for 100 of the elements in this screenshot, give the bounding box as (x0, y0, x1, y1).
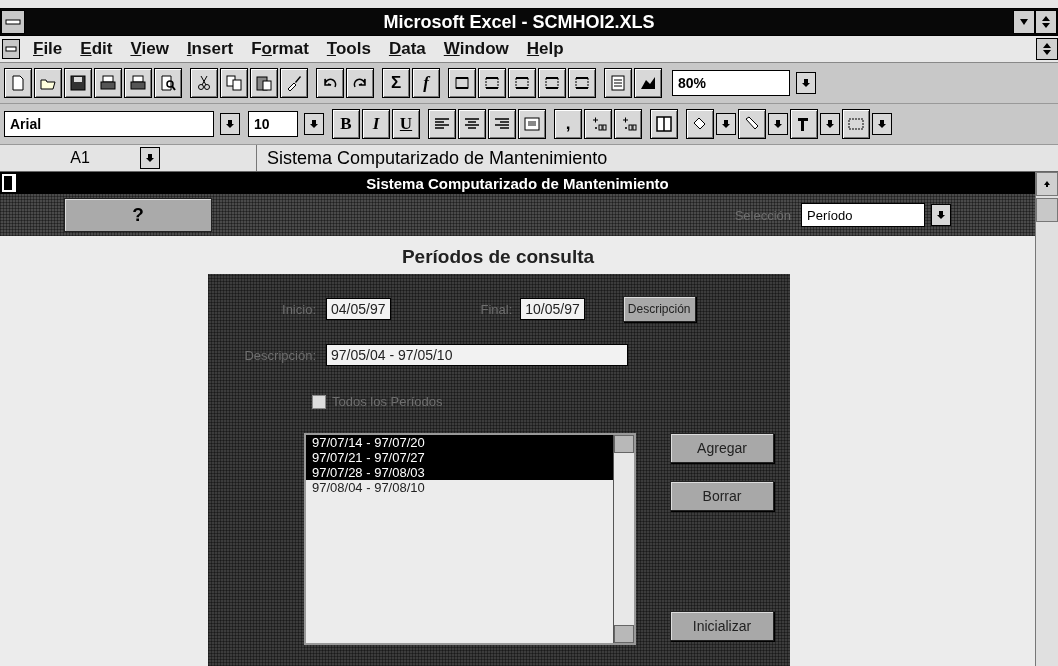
help-button[interactable]: ? (64, 198, 212, 232)
restore-button[interactable] (1035, 10, 1057, 34)
sheet-title: Sistema Computarizado de Mantenimiento (365, 174, 670, 192)
selection-field[interactable]: Período (801, 203, 925, 227)
minus-icon (5, 19, 21, 25)
end-date-field[interactable]: 10/05/97 (520, 298, 585, 320)
toolbar-button[interactable] (488, 109, 516, 139)
toolbar-button[interactable] (124, 68, 152, 98)
toolbar-button[interactable] (790, 109, 818, 139)
restore-button[interactable] (1036, 38, 1058, 60)
dropdown-button[interactable] (304, 113, 324, 135)
minimize-button[interactable] (1013, 10, 1035, 34)
dropdown-button[interactable] (820, 113, 840, 135)
toolbar-button[interactable] (154, 68, 182, 98)
toolbar-button[interactable]: f (412, 68, 440, 98)
toolbar-button[interactable] (4, 68, 32, 98)
toolbar-button[interactable] (650, 109, 678, 139)
toolbar-button[interactable] (448, 68, 476, 98)
up-down-arrow-icon (1041, 15, 1051, 29)
toolbar-button[interactable] (518, 109, 546, 139)
toolbar-button[interactable] (64, 68, 92, 98)
list-item[interactable]: 97/07/21 - 97/07/27 (306, 450, 613, 465)
cell-reference-field[interactable]: A1 (0, 149, 140, 167)
window-title: Microsoft Excel - SCMHOI2.XLS (382, 11, 656, 33)
description-label: Descripción: (243, 347, 316, 363)
form-button[interactable]: Agregar (670, 433, 774, 463)
zoom-field[interactable]: 80% (672, 70, 790, 96)
toolbar-button[interactable] (478, 68, 506, 98)
form-button[interactable]: Inicializar (670, 611, 774, 641)
toolbar-button[interactable] (604, 68, 632, 98)
scrollbar[interactable] (1035, 172, 1058, 666)
formula-field[interactable]: Sistema Computarizado de Mantenimiento (256, 145, 1058, 171)
form-button[interactable]: Borrar (670, 481, 774, 511)
down-arrow-icon (1019, 18, 1029, 26)
menu-item[interactable]: Data (388, 39, 426, 59)
list-item[interactable]: 97/08/04 - 97/08/10 (306, 480, 613, 495)
toolbar-button[interactable] (842, 109, 870, 139)
toolbar-button[interactable] (634, 68, 662, 98)
comma-style-button[interactable]: , (554, 109, 582, 139)
list-item[interactable]: 97/07/28 - 97/08/03 (306, 465, 613, 480)
dropdown-button[interactable] (768, 113, 788, 135)
menu-item[interactable]: File (33, 39, 63, 59)
toolbar-button[interactable] (508, 68, 536, 98)
toolbar-button[interactable] (34, 68, 62, 98)
new-file-icon (9, 74, 27, 92)
up-arrow-icon (1043, 180, 1051, 188)
toolbar-button[interactable] (94, 68, 122, 98)
toolbar-button[interactable] (316, 68, 344, 98)
toolbar-button[interactable] (568, 68, 596, 98)
menu-item[interactable]: Format (251, 39, 309, 59)
magnifier-icon (159, 74, 177, 92)
underline-button[interactable]: U (392, 109, 420, 139)
bold-button[interactable]: B (332, 109, 360, 139)
toolbar-button[interactable] (250, 68, 278, 98)
scroll-down-button[interactable] (614, 625, 634, 643)
font-field[interactable]: Arial (4, 111, 214, 137)
scrollbar[interactable] (613, 435, 634, 643)
checkbox-label: Todos los Períodos (332, 394, 443, 409)
toolbar-button[interactable] (738, 109, 766, 139)
menu-item[interactable]: View (130, 39, 169, 59)
toolbar-button[interactable] (280, 68, 308, 98)
dropdown-button[interactable] (872, 113, 892, 135)
toolbar-button[interactable] (428, 109, 456, 139)
dropdown-button[interactable] (931, 204, 951, 226)
toolbar-button[interactable] (458, 109, 486, 139)
scissors-icon (195, 74, 213, 92)
menu-item[interactable]: Help (526, 39, 564, 59)
checkbox[interactable] (312, 394, 326, 409)
toolbar-button[interactable] (686, 109, 714, 139)
font-size-field[interactable]: 10 (248, 111, 298, 137)
toolbar-button[interactable]: Σ (382, 68, 410, 98)
menu-item[interactable]: Tools (326, 39, 371, 59)
scroll-thumb[interactable] (1036, 198, 1058, 222)
down-arrow-icon (773, 119, 783, 129)
list-item[interactable]: 97/07/14 - 97/07/20 (306, 435, 613, 450)
brush-icon (285, 74, 303, 92)
toolbar-button[interactable] (614, 109, 642, 139)
system-menu-button[interactable] (1, 10, 25, 34)
toolbar-button[interactable] (220, 68, 248, 98)
toolbar-button[interactable] (538, 68, 566, 98)
dropdown-button[interactable] (716, 113, 736, 135)
dropdown-button[interactable] (140, 147, 160, 169)
toolbar-button[interactable] (346, 68, 374, 98)
italic-button[interactable]: I (362, 109, 390, 139)
toolbar-button[interactable] (584, 109, 612, 139)
printer-icon (129, 74, 147, 92)
down-arrow-icon (309, 119, 319, 129)
description-field[interactable]: 97/05/04 - 97/05/10 (326, 344, 628, 366)
start-date-field[interactable]: 04/05/97 (326, 298, 391, 320)
document-menu-button[interactable] (2, 39, 20, 59)
toolbar-button[interactable] (190, 68, 218, 98)
scroll-up-button[interactable] (1036, 172, 1058, 196)
dropdown-button[interactable] (220, 113, 240, 135)
dropdown-button[interactable] (796, 72, 816, 94)
down-arrow-icon (721, 119, 731, 129)
menu-item[interactable]: Insert (186, 39, 234, 59)
menu-item[interactable]: Edit (80, 39, 113, 59)
frame-icon (513, 74, 531, 92)
description-button[interactable]: Descripción (622, 296, 696, 322)
menu-item[interactable]: Window (443, 39, 509, 59)
